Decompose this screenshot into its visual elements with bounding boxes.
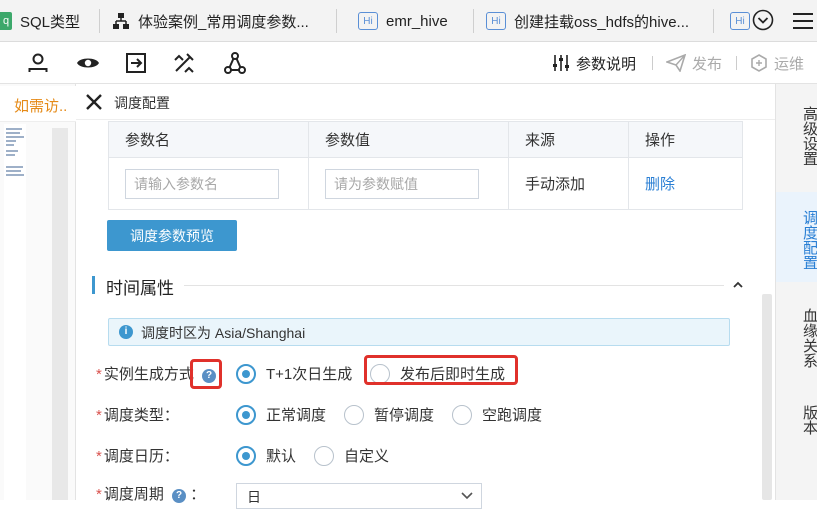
highlight-immediate-option-box	[364, 355, 518, 385]
column-header: 参数名	[108, 121, 309, 158]
chevron-down-icon	[461, 492, 473, 500]
toolbar: 参数说明 发布 运维	[0, 42, 817, 84]
paper-plane-icon	[666, 54, 686, 72]
section-title: 时间属性	[106, 279, 174, 298]
tab-label: SQL类型	[20, 13, 81, 31]
panel-title: 调度配置	[114, 95, 170, 111]
tab-schedule-config[interactable]: 调度配置	[776, 192, 817, 282]
panel-scrollbar[interactable]	[762, 294, 772, 500]
workflow-icon	[113, 13, 129, 29]
close-icon[interactable]	[84, 92, 104, 112]
table-row: 手动添加 删除	[108, 157, 743, 210]
right-side-nav: 高级设置 调度配置 血缘关系 版本	[775, 84, 817, 500]
schedule-cycle-label: * 调度周期 ? ：	[96, 486, 206, 503]
hive-icon: Hi	[486, 12, 506, 30]
hive-icon: Hi	[730, 12, 750, 30]
radio-dry-run-schedule[interactable]: 空跑调度	[452, 404, 542, 425]
schedule-calendar-label: * 调度日历：	[96, 448, 179, 465]
delete-param-link[interactable]: 删除	[645, 176, 675, 193]
tab-advanced-settings[interactable]: 高级设置	[776, 96, 817, 176]
menu-icon[interactable]	[791, 11, 815, 31]
lineage-graph-icon[interactable]	[223, 51, 247, 75]
param-source: 手动添加	[508, 157, 629, 210]
panel-header: 调度配置	[76, 84, 775, 120]
radio-default-calendar[interactable]: 默认	[236, 445, 296, 466]
schedule-calendar-row: * 调度日历： 默认 自定义	[76, 445, 756, 469]
tab-bar: q SQL类型 体验案例_常用调度参数... Hi emr_hive Hi 创建…	[0, 0, 817, 42]
timezone-text: 调度时区为 Asia/Shanghai	[141, 325, 306, 341]
sliders-icon	[553, 55, 569, 71]
ops-label: 运维	[774, 55, 805, 73]
param-doc-label: 参数说明	[576, 55, 637, 73]
column-header: 来源	[508, 121, 629, 158]
ops-button[interactable]: 运维	[750, 42, 804, 84]
user-icon[interactable]	[26, 51, 50, 75]
highlight-help-box	[190, 359, 222, 389]
column-header: 参数值	[308, 121, 509, 158]
schedule-type-row: * 调度类型： 正常调度 暂停调度 空跑调度	[76, 404, 756, 428]
tab-label: emr_hive	[386, 12, 448, 30]
schedule-config-panel: 调度配置 参数名 参数值 来源 操作 手动添加 删除 调度参数预览 时间属性	[76, 84, 775, 509]
schedule-type-label: * 调度类型：	[96, 407, 179, 424]
publish-label: 发布	[692, 55, 723, 73]
hive-icon: Hi	[358, 12, 378, 30]
schedule-cycle-row: * 调度周期 ? ： 日	[76, 483, 756, 509]
editor-scrollbar[interactable]	[52, 128, 68, 500]
code-minimap[interactable]	[4, 124, 26, 500]
tab-emr-hive[interactable]: Hi emr_hive	[358, 0, 474, 42]
tab-versions[interactable]: 版本	[776, 398, 817, 442]
timezone-notice: i 调度时区为 Asia/Shanghai	[108, 318, 730, 346]
collapse-chevron-icon[interactable]	[732, 279, 744, 291]
param-doc-button[interactable]: 参数说明	[552, 42, 636, 84]
column-header: 操作	[628, 121, 743, 158]
tab-list-chevron-icon[interactable]	[752, 9, 774, 31]
tab-label: 体验案例_常用调度参数...	[138, 13, 309, 31]
radio-selected-icon	[236, 404, 256, 425]
ops-hexagon-icon	[751, 54, 767, 72]
radio-t-plus-1[interactable]: T+1次日生成	[236, 363, 352, 384]
tab-lineage[interactable]: 血缘关系	[776, 298, 817, 378]
radio-unselected-icon	[452, 404, 472, 425]
publish-button[interactable]: 发布	[666, 42, 722, 84]
param-name-input[interactable]	[125, 168, 279, 199]
help-icon[interactable]: ?	[172, 489, 187, 503]
radio-selected-icon	[236, 445, 256, 466]
access-notice-tab[interactable]: 如需访..	[0, 86, 76, 122]
sql-file-icon: q	[0, 12, 12, 30]
format-tools-icon[interactable]	[172, 51, 196, 75]
tab-scheduling-params-demo[interactable]: 体验案例_常用调度参数...	[112, 0, 337, 42]
radio-custom-calendar[interactable]: 自定义	[314, 445, 389, 466]
time-attributes-section-header[interactable]: 时间属性	[92, 274, 748, 298]
tab-sql-type[interactable]: q SQL类型	[0, 0, 100, 42]
param-value-input[interactable]	[325, 168, 479, 199]
tab-create-oss-hdfs-hive[interactable]: Hi 创建挂载oss_hdfs的hive...	[486, 0, 714, 42]
info-icon: i	[119, 325, 133, 339]
preview-params-button[interactable]: 调度参数预览	[107, 220, 237, 251]
tab-label: 创建挂载oss_hdfs的hive...	[514, 13, 690, 31]
radio-unselected-icon	[344, 404, 364, 425]
tab-hive-partial[interactable]: Hi	[730, 0, 752, 42]
radio-normal-schedule[interactable]: 正常调度	[236, 404, 326, 425]
radio-paused-schedule[interactable]: 暂停调度	[344, 404, 434, 425]
schedule-cycle-select[interactable]: 日	[236, 483, 482, 509]
radio-unselected-icon	[314, 445, 334, 466]
export-icon[interactable]	[124, 51, 148, 75]
params-table: 参数名 参数值 来源 操作 手动添加 删除	[108, 121, 743, 210]
radio-selected-icon	[236, 363, 256, 384]
editor-side-panel: 如需访..	[0, 84, 76, 500]
eye-icon[interactable]	[76, 51, 100, 75]
